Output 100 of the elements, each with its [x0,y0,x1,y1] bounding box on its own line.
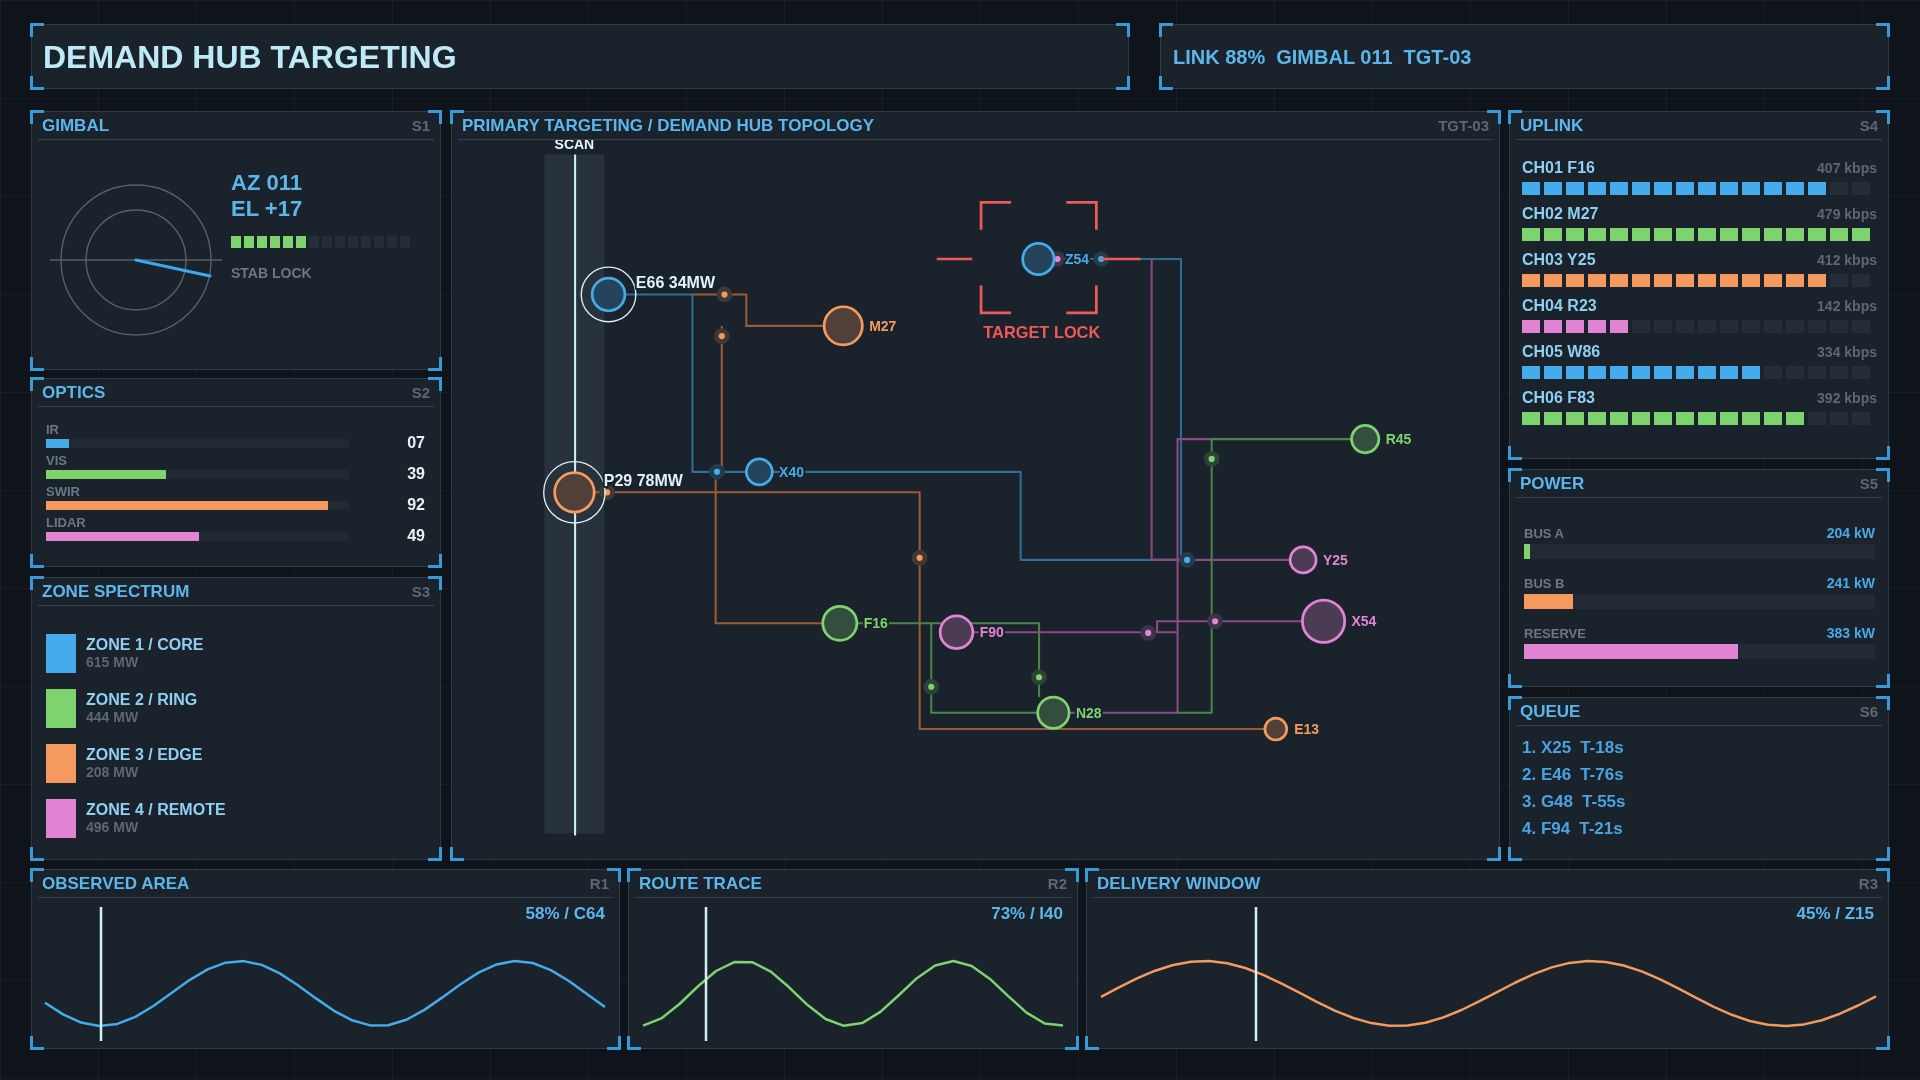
corner-bracket [1876,468,1890,482]
topology-node[interactable] [1021,241,1056,277]
bus-reading: 204 kW [1826,526,1875,541]
node-label: E66 34MW [635,272,716,291]
bus-reading: 383 kW [1826,626,1875,641]
corner-bracket [1876,446,1890,460]
corner-bracket [30,1036,44,1050]
corner-bracket [30,576,44,590]
corner-bracket [1876,110,1890,124]
channel-label: CH03 Y25 [1522,251,1596,269]
channel-rate: 412 kbps [1817,252,1877,268]
bus-label: RESERVE [1524,626,1586,641]
panel-tag: R1 [589,874,609,893]
topology-node[interactable] [1301,598,1347,644]
panel-tag: S4 [1859,116,1878,135]
panel-tag: S1 [411,116,430,135]
zone-value: 615 MW [86,654,140,671]
band-value: 92 [407,496,425,514]
hub-node[interactable] [553,471,596,514]
status-item: LINK 88% [1173,44,1266,69]
corner-bracket [428,576,442,590]
queue-target: 4. F94 [1522,819,1571,839]
queue-target: 1. X25 [1522,738,1572,758]
topology-node[interactable] [1036,695,1071,730]
trace-reading: 45% / Z15 [1796,904,1874,924]
corner-bracket [1876,847,1890,861]
corner-bracket [450,847,464,861]
panel-title: UPLINK [1520,115,1584,136]
corner-bracket [428,110,442,124]
corner-bracket [30,76,44,90]
panel-title: QUEUE [1520,701,1581,722]
corner-bracket [30,357,44,371]
channel-rate: 392 kbps [1817,390,1877,406]
topology-node[interactable] [1350,424,1381,455]
topology-node[interactable] [745,457,774,487]
status-item: GIMBAL 011 [1276,44,1393,69]
queue-target: 2. E46 [1522,765,1572,785]
channel-rate: 407 kbps [1817,160,1877,176]
panel-tag: R2 [1047,874,1067,893]
zone-label: ZONE 3 / EDGE [86,746,203,764]
node-label: Y25 [1322,551,1348,568]
corner-bracket [1876,1036,1890,1050]
topology-node[interactable] [1263,716,1289,742]
zone-value: 496 MW [86,819,140,836]
corner-bracket [1508,468,1522,482]
band-label: IR [46,423,59,437]
bus-label: BUS A [1524,526,1564,541]
elevation-reading: EL +17 [231,196,304,222]
topology-node[interactable] [822,305,864,347]
bus-reading: 241 kW [1826,576,1875,591]
corner-bracket [1065,1036,1079,1050]
hub-node[interactable] [590,276,627,313]
topology-node[interactable] [938,614,975,650]
panel-title: PRIMARY TARGETING / DEMAND HUB TOPOLOGY [462,115,875,136]
corner-bracket [1876,696,1890,710]
panel-tag: S2 [411,383,430,402]
panel-title: ZONE SPECTRUM [42,581,190,602]
queue-eta: T-21s [1579,819,1623,839]
corner-bracket [30,847,44,861]
zone-label: ZONE 2 / RING [86,691,198,709]
selection-ring [543,460,606,524]
corner-bracket [1508,847,1522,861]
selection-ring [580,266,637,323]
panel-tag: TGT-03 [1438,116,1489,135]
corner-bracket [428,554,442,568]
topology-node[interactable] [821,604,859,642]
corner-bracket [1085,1036,1099,1050]
topology-node[interactable] [1288,545,1318,575]
panel-tag: R3 [1858,874,1878,893]
node-label: P29 78MW [603,471,683,490]
queue-eta: T-55s [1582,792,1626,812]
channel-label: CH01 F16 [1522,159,1595,177]
queue-eta: T-18s [1580,738,1624,758]
zone-label: ZONE 4 / REMOTE [86,801,226,819]
channel-label: CH06 F83 [1522,389,1595,407]
zone-value: 208 MW [86,764,140,781]
corner-bracket [30,23,44,37]
corner-bracket [1487,847,1501,861]
bus-label: BUS B [1524,576,1565,591]
corner-bracket [30,554,44,568]
panel-title: GIMBAL [42,115,110,136]
corner-bracket [30,377,44,391]
corner-bracket [1876,23,1890,37]
band-value: 07 [407,434,425,452]
corner-bracket [607,1036,621,1050]
corner-bracket [627,1036,641,1050]
channel-rate: 334 kbps [1817,344,1877,360]
channel-label: CH04 R23 [1522,297,1597,315]
azimuth-reading: AZ 011 [231,170,303,196]
panel-title: OBSERVED AREA [42,873,190,894]
corner-bracket [1065,868,1079,882]
channel-label: CH05 W86 [1522,343,1601,361]
panel-title: ROUTE TRACE [639,873,762,894]
corner-bracket [1876,868,1890,882]
dashboard-title: DEMAND HUB TARGETING [43,37,457,76]
trace-reading: 58% / C64 [525,904,605,924]
corner-bracket [607,868,621,882]
channel-rate: 479 kbps [1817,206,1877,222]
corner-bracket [30,868,44,882]
corner-bracket [1159,76,1173,90]
